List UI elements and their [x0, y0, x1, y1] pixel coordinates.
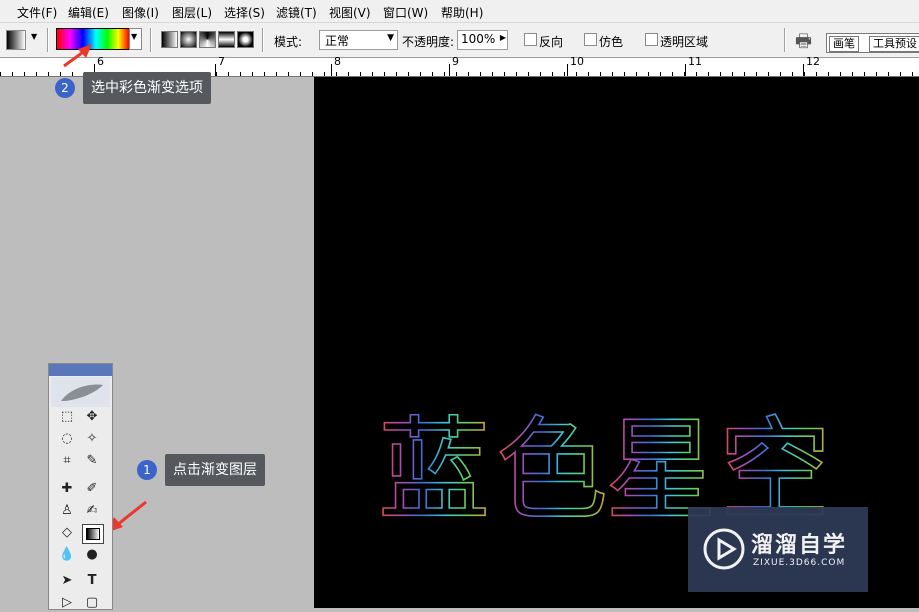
opacity-value: 100%	[461, 32, 496, 46]
transparency-label: 透明区域	[660, 35, 709, 49]
transparency-checkbox[interactable]	[645, 33, 658, 46]
menu-edit[interactable]: 编辑(E)	[68, 4, 109, 21]
ruler-number: 12	[806, 55, 820, 68]
ruler-number: 7	[218, 55, 225, 68]
radial-gradient-button[interactable]	[180, 31, 197, 48]
tool-preset-icon[interactable]	[6, 30, 26, 50]
watermark-url: ZIXUE.3D66.COM	[753, 558, 846, 568]
watermark-title: 溜溜自学	[751, 533, 848, 558]
linear-gradient-button[interactable]	[161, 31, 178, 48]
gradient-icon[interactable]	[82, 524, 104, 544]
menu-select[interactable]: 选择(S)	[224, 4, 265, 21]
diamond-gradient-button[interactable]	[237, 31, 254, 48]
reflected-gradient-button[interactable]	[218, 31, 235, 48]
separator	[150, 28, 152, 52]
menu-window[interactable]: 窗口(W)	[383, 4, 428, 21]
play-logo-icon	[703, 528, 745, 570]
opacity-label: 不透明度:	[402, 35, 455, 49]
mode-select[interactable]: 正常 ▼	[319, 30, 398, 50]
step1-callout: 点击渐变图层	[165, 454, 265, 486]
ruler-number: 10	[570, 55, 584, 68]
dither-label: 仿色	[599, 35, 624, 49]
tab-tool-presets[interactable]: 工具预设	[869, 36, 919, 52]
watermark-logo: 溜溜自学 ZIXUE.3D66.COM	[688, 507, 868, 592]
healing-brush-icon[interactable]: ✚	[57, 480, 77, 498]
ruler-number: 9	[452, 55, 459, 68]
shape-icon[interactable]: ▢	[82, 594, 102, 612]
marquee-icon[interactable]: ⬚	[57, 408, 77, 426]
feather-logo-icon[interactable]	[51, 377, 110, 407]
canvas-char: 蓝	[378, 406, 490, 536]
toolbox-panel: ⬚ ✥ ◌ ✧ ⌗ ✎ ✚ ✐ ♙ ✍ ◇ 💧 ● ➤ T ▷ ▢	[48, 363, 113, 610]
gradient-picker-dropdown[interactable]: ▼	[129, 28, 142, 50]
tab-brush[interactable]: 画笔	[829, 36, 859, 52]
step-badge: 1	[137, 460, 157, 480]
type-icon[interactable]: T	[82, 572, 102, 590]
clone-stamp-icon[interactable]: ♙	[57, 502, 77, 520]
palette-well: 画笔 工具预设	[826, 33, 919, 53]
chevron-down-icon: ▼	[131, 32, 138, 41]
menu-image[interactable]: 图像(I)	[122, 4, 159, 21]
ruler-number: 8	[334, 55, 341, 68]
menu-help[interactable]: 帮助(H)	[441, 4, 483, 21]
separator	[47, 28, 49, 52]
step-badge: 2	[55, 78, 75, 98]
menu-file[interactable]: 文件(F)	[17, 4, 57, 21]
canvas-char: 色	[496, 406, 608, 536]
opacity-input[interactable]: 100% ▶	[457, 30, 508, 50]
menu-view[interactable]: 视图(V)	[329, 4, 371, 21]
ruler-number: 6	[97, 55, 104, 68]
reverse-checkbox[interactable]	[524, 33, 537, 46]
crop-icon[interactable]: ⌗	[57, 452, 77, 470]
options-bar: ▼ ▼ 模式: 正常 ▼ 不透明度: 100% ▶ 反向 仿色 透明区域 🖶 画…	[0, 23, 919, 58]
slice-icon[interactable]: ✎	[82, 452, 102, 470]
brush-icon[interactable]: ✐	[82, 480, 102, 498]
menu-bar: 文件(F) 编辑(E) 图像(I) 图层(L) 选择(S) 滤镜(T) 视图(V…	[0, 0, 919, 23]
toolbox-header[interactable]	[49, 364, 112, 376]
magic-wand-icon[interactable]: ✧	[82, 430, 102, 448]
tool-preset-dropdown-icon[interactable]: ▼	[31, 32, 37, 41]
dither-checkbox[interactable]	[584, 33, 597, 46]
reverse-label: 反向	[539, 35, 564, 49]
mode-value: 正常	[325, 34, 350, 48]
path-selection-icon[interactable]: ➤	[57, 572, 77, 590]
mode-label: 模式:	[274, 35, 303, 49]
arrow-to-tool-icon	[116, 500, 147, 527]
blur-icon[interactable]: 💧	[57, 546, 77, 564]
dodge-icon[interactable]: ●	[82, 546, 102, 564]
separator	[784, 28, 786, 52]
eraser-icon[interactable]: ◇	[57, 524, 77, 542]
ruler-number: 11	[688, 55, 702, 68]
chevron-right-icon[interactable]: ▶	[500, 33, 506, 42]
move-icon[interactable]: ✥	[82, 408, 102, 426]
chevron-down-icon: ▼	[387, 33, 394, 43]
gradient-preview-swatch[interactable]	[56, 28, 130, 50]
angle-gradient-button[interactable]	[199, 31, 216, 48]
feather-icon	[61, 384, 103, 401]
gradient-swatch-icon	[86, 528, 100, 540]
menu-layer[interactable]: 图层(L)	[172, 4, 212, 21]
pen-icon[interactable]: ▷	[57, 594, 77, 612]
step2-callout: 选中彩色渐变选项	[83, 72, 211, 104]
lasso-icon[interactable]: ◌	[57, 430, 77, 448]
menu-filter[interactable]: 滤镜(T)	[276, 4, 317, 21]
history-brush-icon[interactable]: ✍	[82, 502, 102, 520]
separator	[262, 28, 264, 52]
